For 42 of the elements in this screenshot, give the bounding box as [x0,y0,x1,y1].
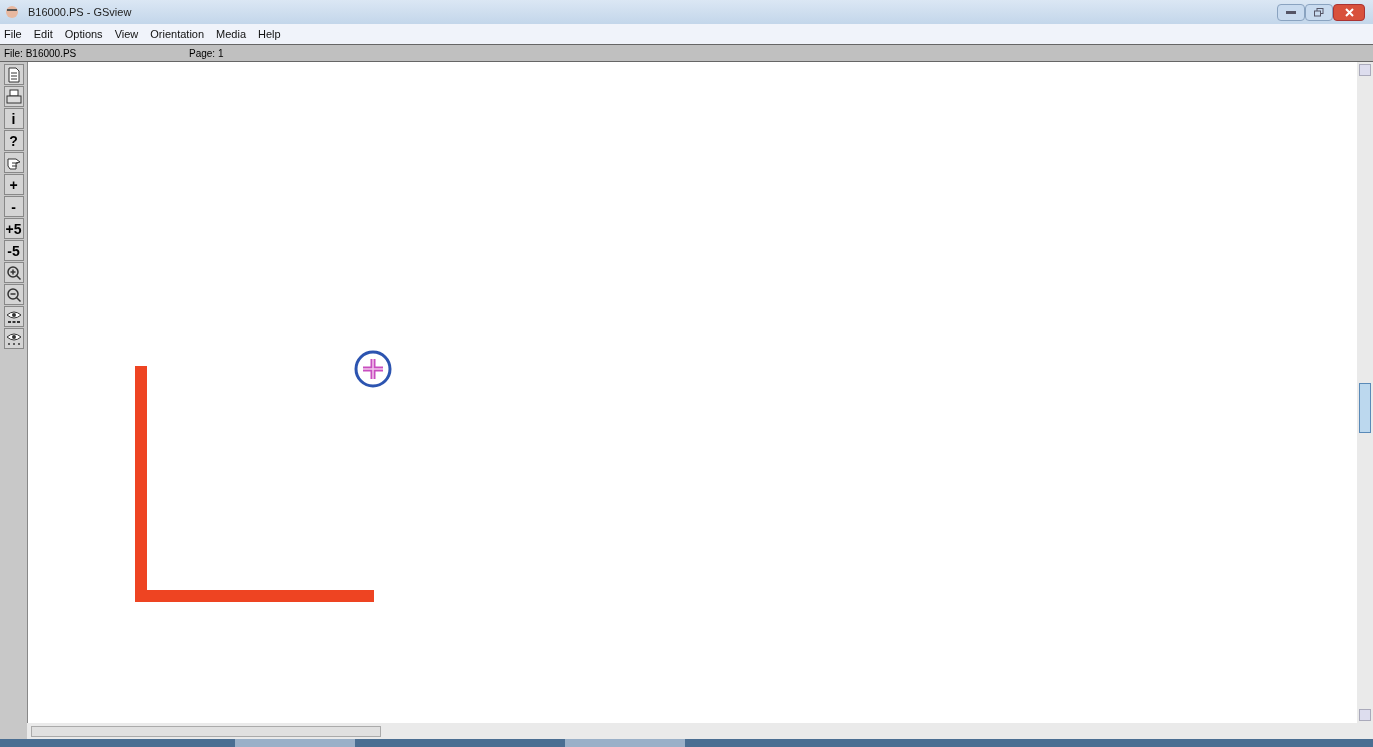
menu-item[interactable]: Orientation [150,25,205,43]
close-button[interactable] [1333,3,1365,21]
window-title: B16000.PS - GSview [28,4,132,20]
scroll-thumb[interactable] [31,725,381,737]
scroll-thumb[interactable] [1359,382,1371,433]
minimize-button[interactable] [1277,3,1305,21]
toolbar-button[interactable] [3,284,24,305]
toolbar-button[interactable] [3,306,24,327]
menu-item[interactable]: Media [216,25,247,43]
zoom-out-icon [5,286,22,303]
app-icon [4,4,20,20]
registration-target-icon [353,349,393,389]
minimize-icon [1286,10,1296,14]
document-icon [6,66,21,83]
close-icon [1344,7,1354,17]
file-name-label: File: B16000.PS [4,46,78,61]
vertical-scrollbar[interactable] [1357,62,1373,723]
toolbar-button[interactable]: + [3,174,24,195]
print-icon [5,88,22,105]
toolbar-button[interactable]: -5 [3,240,24,261]
menu-item[interactable]: Options [64,25,103,43]
menu-item[interactable]: Edit [33,25,53,43]
restore-button[interactable] [1305,3,1333,21]
menu-item[interactable]: File [4,25,22,43]
page-label: Page: 1 [189,46,224,61]
menu-item[interactable]: View [114,25,139,43]
eye-icon [5,308,22,325]
zoom-in-icon [5,264,22,281]
toolbar-button[interactable]: - [3,196,24,217]
toolbar-button[interactable] [3,86,24,107]
scroll-up-icon [1359,64,1371,76]
eye-icon [5,330,22,347]
toolbar-button[interactable]: i [3,108,24,129]
toolbar-button[interactable]: +5 [3,218,24,239]
menu-item[interactable]: Help [258,25,281,43]
toolbar-button[interactable]: ? [3,130,24,151]
horizontal-scrollbar[interactable] [27,723,1373,739]
restore-icon [1314,7,1324,17]
scroll-down-icon [1359,709,1371,721]
toolbar-button[interactable] [3,262,24,283]
toolbar-button[interactable] [3,328,24,349]
toolbar-button[interactable] [3,152,24,173]
